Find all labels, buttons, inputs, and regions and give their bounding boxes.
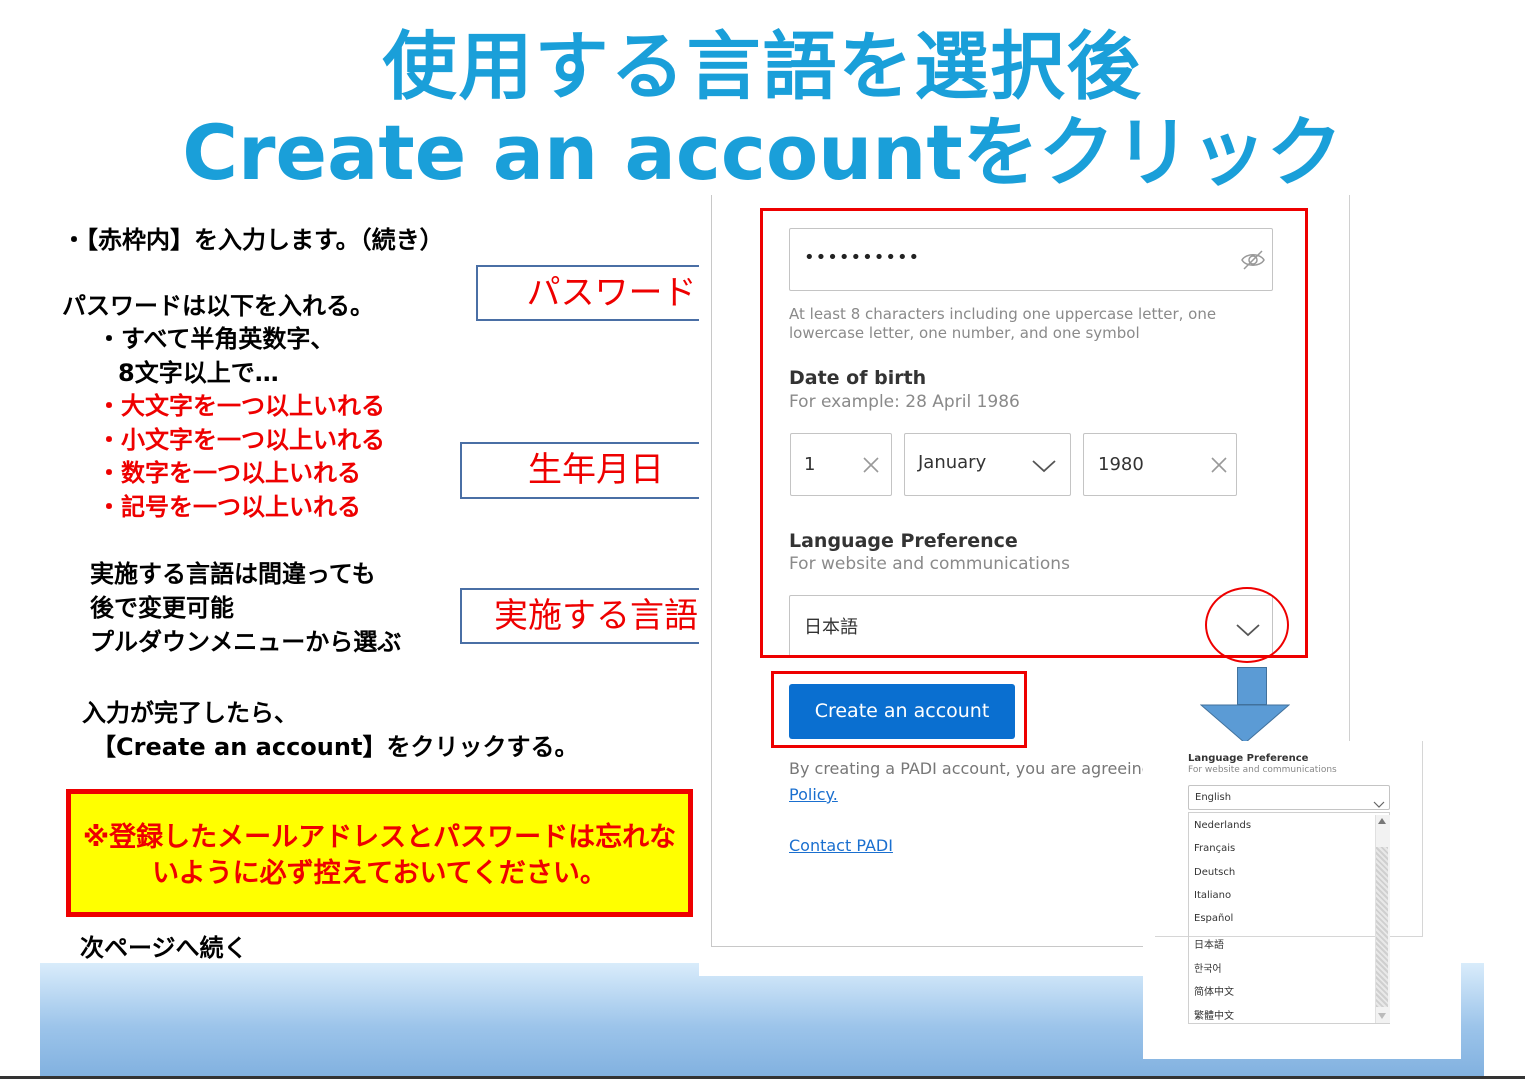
contact-padi-link[interactable]: Contact PADI [789, 836, 893, 855]
language-label-box: 実施する言語 [460, 588, 732, 644]
down-arrow-icon [1200, 704, 1290, 744]
rule-symbol: ・記号を一つ以上いれる [97, 493, 361, 521]
rule-halfwidth: ・すべて半角英数字、 [97, 325, 335, 353]
dropdown-sub: For website and communications [1188, 765, 1337, 775]
warning-text: ※登録したメールアドレスとパスワードは忘れないように必ず控えておいてください。 [82, 822, 677, 889]
chevron-down-icon [1373, 794, 1385, 813]
form-border-bottom [711, 946, 1151, 947]
rule-uppercase: ・大文字を一つ以上いれる [97, 392, 385, 420]
dropdown-option[interactable]: Deutsch [1194, 867, 1235, 878]
arrow-shaft [1237, 667, 1267, 705]
dropdown-highlight-circle [1205, 587, 1289, 663]
birth-label-box: 生年月日 [460, 442, 732, 499]
slide-title-line1: 使用する言語を選択後 [382, 24, 1143, 110]
password-label: パスワード [526, 273, 697, 313]
intro-text: ・【赤枠内】を入力します。（続き） [62, 226, 444, 254]
policy-link[interactable]: Policy. [789, 785, 838, 804]
dropdown-option[interactable]: 繁體中文 [1194, 1007, 1234, 1022]
dropdown-scroll-thumb[interactable] [1376, 847, 1388, 1007]
scroll-up-icon[interactable] [1377, 817, 1387, 825]
language-label: 実施する言語 [494, 596, 698, 636]
dropdown-option[interactable]: 한국어 [1194, 960, 1222, 975]
dropdown-label: Language Preference [1188, 753, 1309, 764]
slide-title-line2: Create an accountをクリック [182, 108, 1343, 197]
dropdown-option[interactable]: Italiano [1194, 890, 1231, 901]
continued-text: 次ページへ続く [80, 934, 248, 962]
warning-box: ※登録したメールアドレスとパスワードは忘れないように必ず控えておいてください。 [66, 789, 693, 917]
dropdown-option[interactable]: 日本語 [1194, 936, 1224, 951]
form-border-left [711, 195, 712, 947]
form-border-right [1349, 195, 1350, 750]
language-note-2: 後で変更可能 [90, 594, 234, 622]
done-note-1: 入力が完了したら、 [82, 699, 298, 727]
create-account-button[interactable]: Create an account [789, 684, 1015, 739]
done-note-2: 【Create an account】をクリックする。 [92, 733, 579, 761]
password-heading: パスワードは以下を入れる。 [62, 292, 374, 320]
language-note-3: プルダウンメニューから選ぶ [90, 628, 402, 656]
input-highlight-frame [760, 208, 1308, 658]
rule-number: ・数字を一つ以上いれる [97, 459, 361, 487]
dropdown-selected: English [1195, 792, 1232, 803]
dropdown-option[interactable]: Español [1194, 913, 1233, 924]
dropdown-option[interactable]: 简体中文 [1194, 983, 1234, 998]
scroll-down-icon[interactable] [1377, 1012, 1387, 1020]
rule-length: 8文字以上で… [118, 359, 279, 387]
birth-label: 生年月日 [528, 450, 664, 490]
dropdown-option[interactable]: Français [1194, 843, 1235, 854]
dropdown-option[interactable]: Nederlands [1194, 820, 1251, 831]
agreement-text: By creating a PADI account, you are agre… [789, 759, 1145, 778]
language-note-1: 実施する言語は間違っても [90, 560, 376, 588]
rule-lowercase: ・小文字を一つ以上いれる [97, 426, 385, 454]
dropdown-select[interactable]: English [1188, 785, 1390, 810]
